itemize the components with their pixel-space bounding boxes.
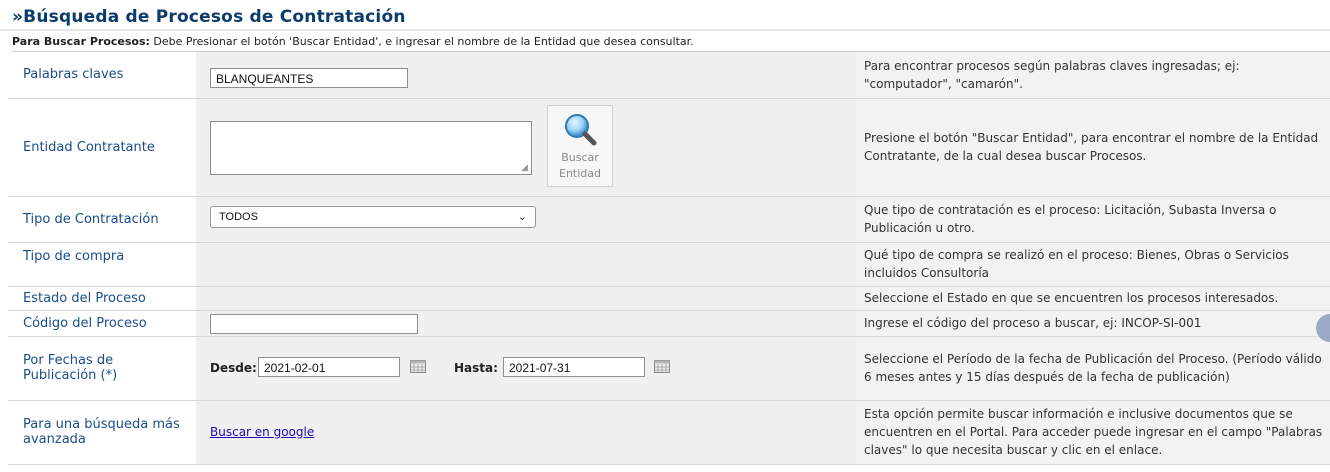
row-advanced: Para una búsqueda más avanzada Buscar en…: [8, 400, 1330, 465]
search-form: Palabras claves BLANQUEANTES Para encont…: [8, 52, 1330, 465]
row-dates: Por Fechas de Publicación (*) Desde: 202…: [8, 336, 1330, 401]
to-date-input[interactable]: 2021-07-31: [503, 356, 645, 377]
calendar-icon[interactable]: [410, 359, 426, 373]
row-entity: Entidad Contratante ◢ Buscar Entidad Pre…: [8, 98, 1330, 197]
contract-type-select[interactable]: TODOS ⌄: [210, 205, 536, 228]
contract-type-label: Tipo de Contratación: [8, 196, 196, 243]
from-date-input[interactable]: 2021-02-01: [258, 356, 400, 377]
status-label: Estado del Proceso: [8, 286, 196, 311]
google-search-link[interactable]: Buscar en google: [210, 425, 314, 439]
keywords-help: Para encontrar procesos según palabras c…: [856, 52, 1330, 99]
code-label: Código del Proceso: [8, 310, 196, 337]
status-help: Seleccione el Estado en que se encuentre…: [856, 286, 1330, 311]
entity-textarea[interactable]: ◢: [210, 120, 532, 175]
code-help: Ingrese el código del proceso a buscar, …: [856, 310, 1330, 337]
search-entity-button[interactable]: Buscar Entidad: [547, 104, 613, 187]
row-purchase-type: Tipo de compra Qué tipo de compra se rea…: [8, 242, 1330, 287]
magnifier-icon: [565, 113, 597, 145]
page-header: »Búsqueda de Procesos de Contratación: [0, 0, 1330, 32]
purchase-type-label: Tipo de compra: [8, 242, 196, 287]
entity-label: Entidad Contratante: [8, 98, 196, 197]
contract-type-value: TODOS: [219, 210, 258, 223]
dates-label: Por Fechas de Publicación (*): [8, 336, 196, 401]
row-status: Estado del Proceso Seleccione el Estado …: [8, 286, 1330, 311]
row-contract-type: Tipo de Contratación TODOS ⌄ Que tipo de…: [8, 196, 1330, 243]
resize-grip-icon[interactable]: ◢: [521, 163, 529, 172]
page-title: »Búsqueda de Procesos de Contratación: [12, 7, 406, 27]
header-divider: [0, 29, 1330, 31]
row-keywords: Palabras claves BLANQUEANTES Para encont…: [8, 52, 1330, 99]
code-input[interactable]: [210, 313, 418, 334]
advanced-label: Para una búsqueda más avanzada: [8, 400, 196, 465]
from-label: Desde:: [210, 360, 257, 375]
purchase-type-help: Qué tipo de compra se realizó en el proc…: [856, 242, 1330, 287]
keywords-label: Palabras claves: [8, 52, 196, 99]
contract-type-help: Que tipo de contratación es el proceso: …: [856, 196, 1330, 243]
instructions-text: Debe Presionar el botón 'Buscar Entidad'…: [149, 35, 694, 48]
search-instructions: Para Buscar Procesos: Debe Presionar el …: [12, 33, 1330, 52]
keywords-input[interactable]: BLANQUEANTES: [210, 68, 408, 88]
row-code: Código del Proceso Ingrese el código del…: [8, 310, 1330, 337]
dates-help: Seleccione el Período de la fecha de Pub…: [856, 336, 1330, 401]
to-label: Hasta:: [454, 360, 498, 375]
entity-help: Presione el botón "Buscar Entidad", para…: [856, 98, 1330, 197]
advanced-help: Esta opción permite buscar información e…: [856, 400, 1330, 465]
search-entity-label-2: Entidad: [559, 166, 601, 180]
calendar-icon[interactable]: [654, 359, 670, 373]
instructions-label: Para Buscar Procesos:: [12, 35, 150, 48]
chevron-down-icon: ⌄: [517, 210, 527, 223]
search-entity-label-1: Buscar: [561, 150, 599, 164]
